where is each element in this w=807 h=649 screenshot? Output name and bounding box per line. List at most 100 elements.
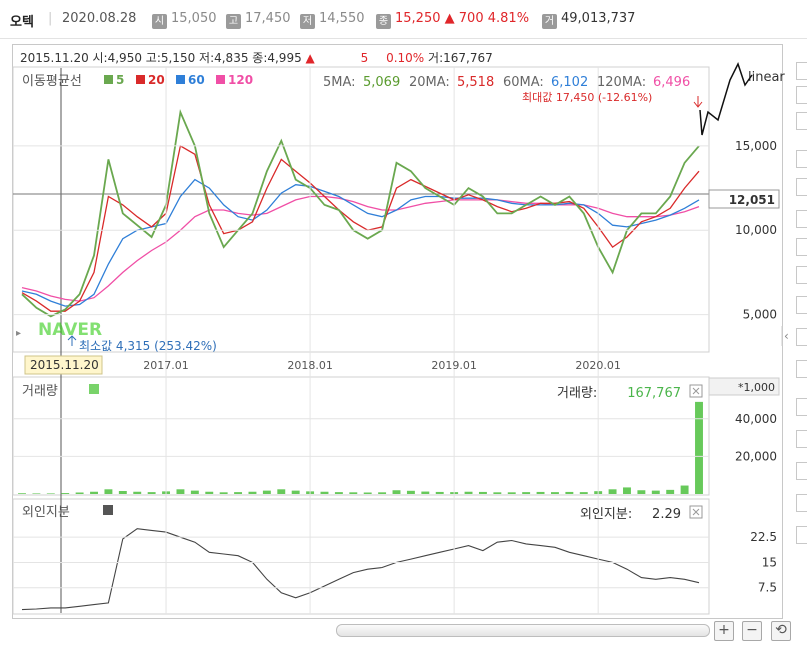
zoom-out-button[interactable]: − xyxy=(742,621,762,641)
ma-legend: 5 20 60 120 xyxy=(104,73,253,87)
side-tool-button[interactable] xyxy=(796,112,807,130)
ma-legend-label-20: 20 xyxy=(148,73,165,87)
volume-bar xyxy=(262,490,271,494)
x-tick-label: 2018.01 xyxy=(287,359,333,372)
hand-drawn-mark xyxy=(699,62,753,136)
volume-unit-label: *1,000 xyxy=(738,381,775,394)
volume-bar xyxy=(378,492,387,494)
ma-line-20 xyxy=(21,144,700,312)
x-tick-label: 2020.01 xyxy=(575,359,621,372)
volume-bar xyxy=(695,401,703,494)
volume-bar xyxy=(118,490,127,494)
volume-bar xyxy=(90,491,98,494)
volume-value: 167,767 xyxy=(627,386,681,401)
volume-bar xyxy=(680,485,689,494)
max-arrow-icon xyxy=(693,96,703,108)
volume-bar xyxy=(623,487,631,494)
volume-bar xyxy=(608,489,617,494)
ma-legend-label-60: 60 xyxy=(188,73,205,87)
ma-legend-label-120: 120 xyxy=(228,73,253,87)
foreign-tick-label: 15 xyxy=(762,555,777,569)
ma-line-120 xyxy=(21,195,700,302)
volume-bar xyxy=(277,489,286,494)
ma-value: 6,496 xyxy=(653,75,690,90)
max-annotation: 최대값 17,450 (-12.61%) xyxy=(522,91,652,104)
ma-value-label: 20MA: xyxy=(409,75,450,90)
volume-bar xyxy=(478,491,487,494)
volume-bar xyxy=(579,492,588,494)
side-tool-button[interactable] xyxy=(796,494,807,512)
side-tool-button[interactable] xyxy=(796,430,807,448)
volume-value-label: 거래량: xyxy=(557,386,597,401)
ma-legend-swatch-120 xyxy=(216,75,225,84)
foreign-tick-label: 22.5 xyxy=(750,530,777,544)
volume-bar xyxy=(32,493,41,494)
side-tool-button[interactable] xyxy=(796,266,807,284)
volume-bar xyxy=(334,492,343,494)
right-collapse-icon[interactable]: ‹ xyxy=(784,329,789,343)
stock-chart[interactable]: 5,000 10,000 15,000 2017.01 2018.01 2019.01 20… xyxy=(0,0,807,649)
left-collapse-icon[interactable]: ▸ xyxy=(16,328,21,339)
side-tool-button[interactable] xyxy=(796,296,807,314)
volume-bar xyxy=(536,491,545,494)
volume-bar xyxy=(46,493,55,494)
x-tick-label: 2019.01 xyxy=(431,359,477,372)
volume-bar xyxy=(248,491,257,494)
ma-legend-swatch-20 xyxy=(136,75,145,84)
time-scrollbar[interactable] xyxy=(336,624,710,637)
foreign-panel-title: 외인지분 xyxy=(22,505,70,520)
volume-bar xyxy=(666,489,675,494)
volume-bar xyxy=(18,493,26,494)
volume-bar xyxy=(550,492,559,494)
ma-legend-swatch-60 xyxy=(176,75,185,84)
side-tool-button[interactable] xyxy=(796,86,807,104)
foreign-legend-swatch xyxy=(103,505,113,515)
volume-bar xyxy=(435,491,444,494)
side-tool-button[interactable] xyxy=(796,526,807,544)
side-tool-button[interactable] xyxy=(796,150,807,168)
side-tool-button[interactable] xyxy=(796,178,807,196)
zoom-in-button[interactable]: + xyxy=(714,621,734,641)
ma-value-label: 60MA: xyxy=(503,75,544,90)
volume-bar xyxy=(320,491,329,494)
volume-bar xyxy=(219,492,228,494)
volume-panel-border xyxy=(12,376,710,496)
foreign-value: 2.29 xyxy=(652,507,681,522)
volume-bar xyxy=(392,490,401,494)
volume-bar xyxy=(493,492,502,494)
volume-bar xyxy=(61,493,70,494)
volume-bar xyxy=(406,490,415,494)
ma-line-5 xyxy=(21,108,700,318)
scale-mode-label[interactable]: linear xyxy=(748,70,785,85)
cursor-date-label: 2015.11.20 xyxy=(30,358,99,372)
x-tick-label: 2017.01 xyxy=(143,359,189,372)
side-tool-button[interactable] xyxy=(796,398,807,416)
volume-bar xyxy=(565,491,574,494)
volume-bar xyxy=(349,492,358,494)
volume-bar xyxy=(75,492,84,494)
current-price-label: 12,051 xyxy=(729,193,775,207)
volume-bar xyxy=(205,491,214,494)
volume-layer xyxy=(18,401,703,494)
side-tool-button[interactable] xyxy=(796,328,807,346)
price-tick-label: 5,000 xyxy=(743,308,777,322)
volume-bar xyxy=(176,489,185,494)
volume-bar xyxy=(104,489,113,494)
foreign-value-label: 외인지분: xyxy=(580,507,632,522)
volume-bar xyxy=(637,490,646,494)
volume-bar xyxy=(522,492,531,494)
ma-panel-title: 이동평균선 xyxy=(22,74,82,89)
volume-tick-label: 20,000 xyxy=(735,449,777,463)
reset-view-button[interactable]: ⟲ xyxy=(771,621,791,641)
price-tick-label: 10,000 xyxy=(735,223,777,237)
side-tool-button[interactable] xyxy=(796,210,807,228)
price-tick-label: 15,000 xyxy=(735,139,777,153)
volume-bar xyxy=(291,490,300,494)
side-tool-button[interactable] xyxy=(796,462,807,480)
side-tool-button[interactable] xyxy=(796,238,807,256)
volume-bar xyxy=(234,492,243,494)
foreign-tick-label: 7.5 xyxy=(758,581,777,595)
side-tool-button[interactable] xyxy=(796,360,807,378)
volume-bar xyxy=(507,492,516,494)
side-tool-button[interactable] xyxy=(796,62,807,80)
